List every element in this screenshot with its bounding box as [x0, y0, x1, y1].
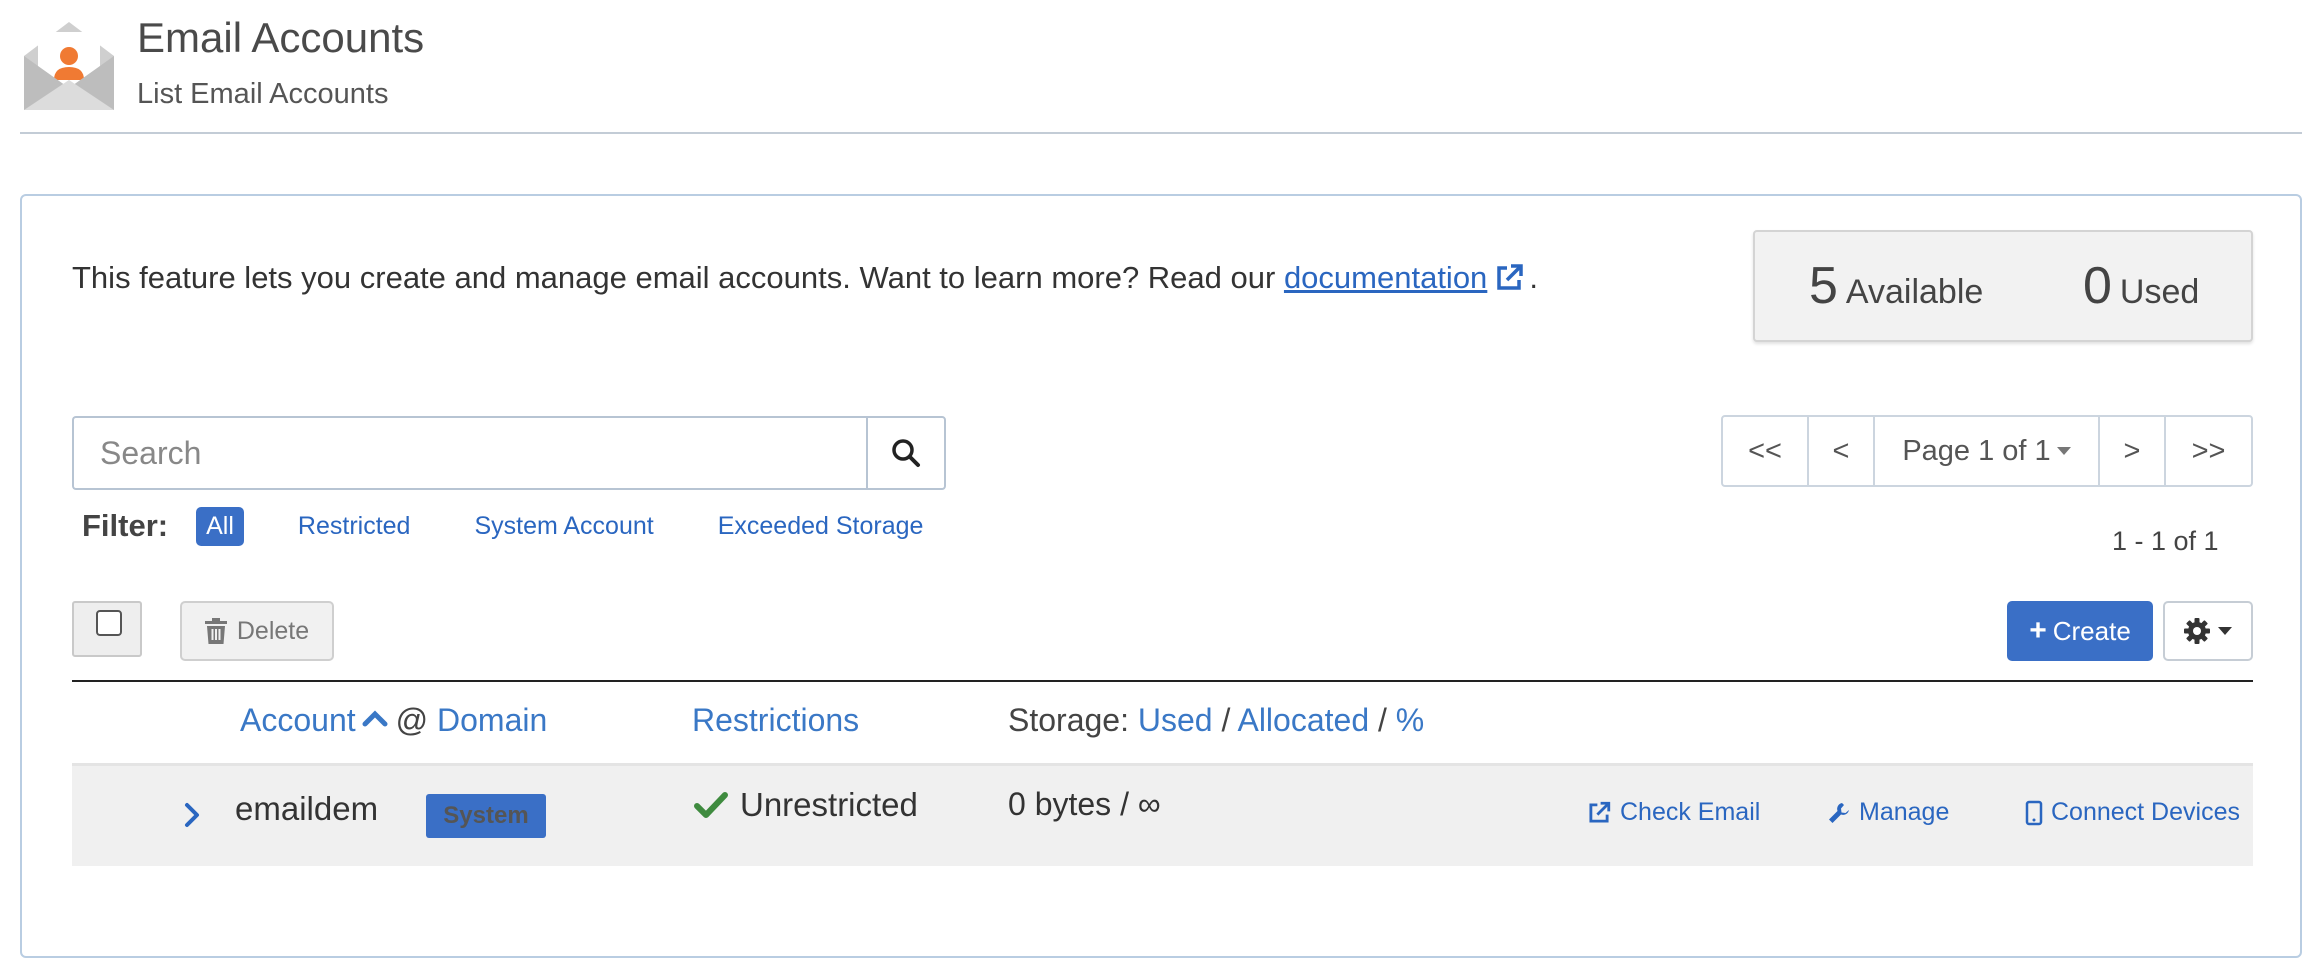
- sort-by-allocated[interactable]: Allocated: [1237, 702, 1369, 738]
- mobile-device-icon: [2025, 800, 2043, 825]
- check-email-label: Check Email: [1620, 798, 1761, 826]
- filter-all[interactable]: All: [196, 506, 244, 546]
- delete-button-label: Delete: [236, 616, 310, 645]
- next-page-button[interactable]: >: [2100, 417, 2166, 485]
- system-badge: System: [426, 794, 546, 838]
- column-settings-button[interactable]: [2163, 601, 2253, 661]
- quota-summary: 5 Available 0 Used: [1753, 230, 2253, 342]
- results-range: 1 - 1 of 1: [2112, 526, 2219, 556]
- filter-bar: Filter: All Restricted System Account Ex…: [82, 504, 977, 548]
- sort-by-used[interactable]: Used: [1138, 702, 1213, 738]
- last-page-button[interactable]: >>: [2166, 417, 2251, 485]
- sort-by-percent[interactable]: %: [1396, 702, 1424, 738]
- manage-link[interactable]: Manage: [1827, 798, 1949, 827]
- create-button-label: Create: [2052, 615, 2131, 646]
- quota-used: 0 Used: [2083, 256, 2199, 316]
- page-select-label: Page 1 of 1: [1902, 434, 2051, 467]
- column-header-at: @: [395, 702, 429, 738]
- filter-exceeded-storage[interactable]: Exceeded Storage: [708, 508, 934, 545]
- storage-header-separator: /: [1378, 702, 1387, 738]
- storage-header-separator: /: [1221, 702, 1231, 738]
- page-title: Email Accounts: [137, 14, 425, 61]
- gear-icon: [2184, 618, 2210, 644]
- page-select-dropdown[interactable]: Page 1 of 1: [1875, 417, 2100, 485]
- documentation-link[interactable]: documentation: [1284, 260, 1487, 295]
- external-link-icon: [1589, 801, 1611, 823]
- delete-button[interactable]: Delete: [180, 601, 334, 661]
- search-icon: [892, 439, 920, 467]
- plus-icon: +: [2029, 614, 2047, 647]
- manage-label: Manage: [1859, 798, 1950, 826]
- search-group: [72, 416, 946, 490]
- quota-used-count: 0: [2083, 257, 2112, 315]
- select-all-checkbox[interactable]: [96, 610, 122, 636]
- quota-available: 5 Available: [1809, 256, 1983, 316]
- feature-description-text: This feature lets you create and manage …: [72, 260, 1284, 295]
- filter-restricted[interactable]: Restricted: [288, 508, 421, 545]
- connect-devices-label: Connect Devices: [2051, 798, 2240, 826]
- storage-header-label: Storage:: [1008, 702, 1129, 738]
- quota-available-label: Available: [1845, 273, 1984, 311]
- page-header: Email Accounts List Email Accounts: [20, 0, 2302, 134]
- feature-description: This feature lets you create and manage …: [72, 260, 1538, 296]
- table-row: emaildem System Unrestricted 0 bytes / ∞…: [72, 766, 2253, 866]
- page-subtitle: List Email Accounts: [137, 78, 389, 110]
- caret-down-icon: [2056, 447, 2071, 455]
- feature-description-suffix: .: [1529, 260, 1538, 295]
- restriction-label: Unrestricted: [740, 786, 918, 823]
- filter-label: Filter:: [82, 508, 169, 543]
- check-email-link[interactable]: Check Email: [1586, 798, 1760, 827]
- chevron-right-icon[interactable]: [182, 800, 202, 830]
- quota-available-count: 5: [1809, 257, 1838, 315]
- search-input[interactable]: [72, 416, 866, 490]
- column-header-account: Account @ Domain: [240, 702, 547, 739]
- trash-icon: [204, 618, 227, 644]
- sort-by-restrictions[interactable]: Restrictions: [692, 702, 859, 739]
- first-page-button[interactable]: <<: [1723, 417, 1809, 485]
- column-header-storage: Storage: Used / Allocated / %: [1008, 702, 1424, 739]
- accounts-table-header: Account @ Domain Restrictions Storage: U…: [72, 680, 2253, 766]
- previous-page-button[interactable]: <: [1809, 417, 1875, 485]
- wrench-icon: [1829, 802, 1849, 823]
- email-accounts-panel: This feature lets you create and manage …: [20, 194, 2302, 958]
- checkmark-icon: [694, 792, 728, 818]
- restriction-status: Unrestricted: [694, 786, 918, 824]
- sort-ascending-icon[interactable]: [362, 709, 388, 727]
- email-accounts-icon: [24, 22, 114, 110]
- connect-devices-link[interactable]: Connect Devices: [2025, 798, 2240, 827]
- search-button[interactable]: [866, 416, 946, 490]
- external-link-icon[interactable]: [1493, 262, 1525, 294]
- storage-usage: 0 bytes / ∞: [1008, 786, 1161, 822]
- create-button[interactable]: + Create: [2007, 601, 2153, 661]
- sort-by-account[interactable]: Account: [240, 702, 356, 738]
- select-all-checkbox-wrap: [72, 601, 142, 657]
- account-name: emaildem: [235, 790, 379, 827]
- pagination: << < Page 1 of 1 > >>: [1721, 415, 2253, 487]
- quota-used-label: Used: [2119, 273, 2200, 311]
- sort-by-domain[interactable]: Domain: [437, 702, 547, 738]
- filter-system-account[interactable]: System Account: [464, 508, 663, 545]
- caret-down-icon: [2218, 627, 2232, 635]
